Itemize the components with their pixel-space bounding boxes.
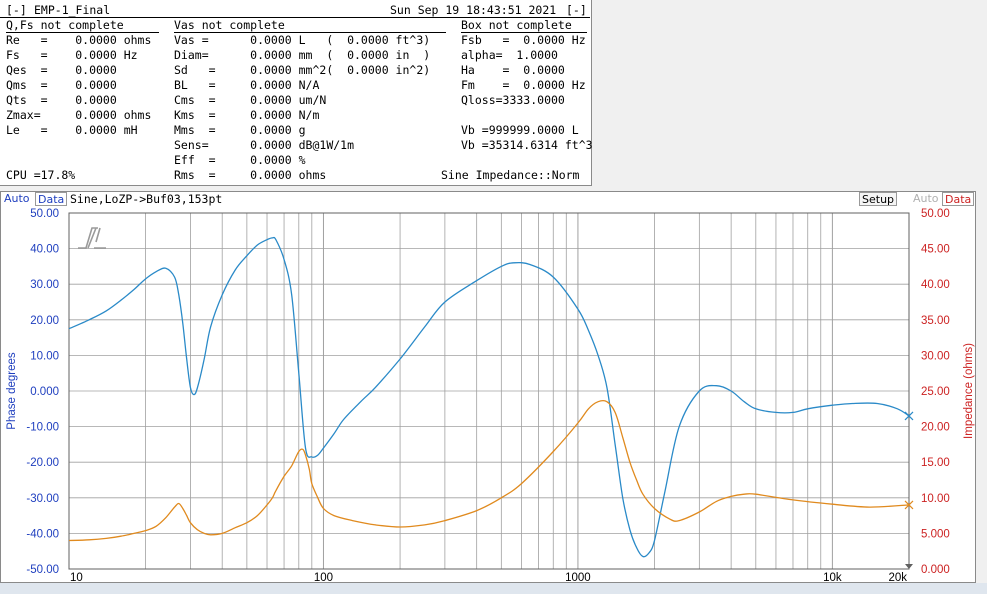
y-left-tick-label: 0.000	[30, 386, 59, 398]
box-param-row: alpha= 1.0000	[461, 48, 558, 62]
graph-toolbar: Auto Data Sine,LoZP->Buf03,153pt Setup A…	[1, 192, 975, 207]
y-right-tick-label: 15.00	[921, 457, 950, 469]
y-right-tick-label: 0.000	[921, 564, 950, 576]
y-left-tick-label: -20.00	[26, 457, 59, 469]
y-right-tick-label: 35.00	[921, 315, 950, 327]
mode-readout: Sine Impedance::Norm	[441, 168, 580, 182]
y-right-tick-label: 45.00	[921, 244, 950, 256]
vas-param-row: Eff = 0.0000 %	[174, 153, 306, 167]
box-param-row: Ha = 0.0000	[461, 63, 565, 77]
left-data-button[interactable]: Data	[35, 192, 68, 206]
box-param-row: Qloss=3333.0000	[461, 93, 565, 107]
section-box: Box not complete	[461, 18, 572, 32]
right-auto-button[interactable]: Auto	[911, 192, 941, 205]
box-param-row: Fsb = 0.0000 Hz	[461, 33, 586, 47]
y-left-tick-label: -10.00	[26, 422, 59, 434]
y-left-tick-label: 40.00	[30, 244, 59, 256]
y-left-tick-label: -50.00	[26, 564, 59, 576]
section-q-fs: Q,Fs not complete	[6, 18, 124, 32]
box-param-row: Fm = 0.0000 Hz	[461, 78, 586, 92]
y-right-axis-label: Impedance (ohms)	[963, 343, 975, 439]
vas-param-row: Vas = 0.0000 L ( 0.0000 ft^3)	[174, 33, 431, 47]
vas-param-row: Cms = 0.0000 um/N	[174, 93, 327, 107]
y-left-tick-label: 50.00	[30, 208, 59, 220]
phase-curve	[68, 236, 910, 558]
graph-title: Sine,LoZP->Buf03,153pt	[70, 192, 223, 206]
y-left-tick-label: 10.00	[30, 350, 59, 362]
y-right-tick-label: 10.00	[921, 493, 950, 505]
driver-param-row: Fs = 0.0000 Hz	[6, 48, 138, 62]
y-right-tick-label: 5.000	[921, 528, 950, 540]
cursor-marker-icon	[905, 564, 913, 569]
driver-param-row: Zmax= 0.0000 ohms	[6, 108, 152, 122]
vas-param-row: Sens= 0.0000 dB@1W/1m	[174, 138, 355, 152]
box-param-row: Vb =35314.6314 ft^3	[461, 138, 593, 152]
left-auto-button[interactable]: Auto	[2, 192, 32, 205]
parameter-panel: [-] EMP-1_Final Sun Sep 19 18:43:51 2021…	[0, 0, 593, 186]
driver-param-row: Qms = 0.0000	[6, 78, 117, 92]
impedance-phase-chart[interactable]: 50.00 40.00 30.00 20.00 10.00 0.000 -10.00 -20.…	[1, 206, 975, 582]
y-right-tick-label: 30.00	[921, 350, 950, 362]
y-left-axis-label: Phase degrees	[6, 352, 18, 430]
impedance-curve	[68, 399, 910, 542]
vas-param-row: Kms = 0.0000 N/m	[174, 108, 320, 122]
driver-param-row: Qts = 0.0000	[6, 93, 117, 107]
window-menu-button[interactable]: [-]	[6, 3, 27, 18]
driver-param-row: Le = 0.0000 mH	[6, 123, 138, 137]
vas-param-row: Diam= 0.0000 mm ( 0.0000 in )	[174, 48, 431, 62]
driver-param-row: Re = 0.0000 ohms	[6, 33, 152, 47]
status-strip	[0, 583, 987, 594]
datetime: Sun Sep 19 18:43:51 2021	[390, 3, 557, 17]
y-left-tick-label: -40.00	[26, 528, 59, 540]
section-vas: Vas not complete	[174, 18, 285, 32]
cpu-readout: CPU =17.8%	[6, 168, 76, 182]
vas-param-row: BL = 0.0000 N/A	[174, 78, 320, 92]
y-right-tick-label: 40.00	[921, 279, 950, 291]
y-right-tick-label: 20.00	[921, 422, 950, 434]
logo-mark	[78, 227, 106, 249]
vas-param-row: Sd = 0.0000 mm^2( 0.0000 in^2)	[174, 63, 431, 77]
right-data-button[interactable]: Data	[942, 192, 975, 206]
window-title: EMP-1_Final	[34, 3, 111, 17]
y-right-tick-label: 25.00	[921, 386, 950, 398]
x-tick-label: 10	[70, 572, 83, 582]
x-tick-label: 100	[314, 572, 333, 582]
x-tick-label: 10k	[823, 572, 842, 582]
box-param-row: Vb =999999.0000 L	[461, 123, 579, 137]
y-right-tick-label: 50.00	[921, 208, 950, 220]
graph-window: Auto Data Sine,LoZP->Buf03,153pt Setup A…	[0, 191, 976, 583]
y-left-tick-label: -30.00	[26, 493, 59, 505]
x-tick-label: 1000	[565, 572, 591, 582]
vas-param-row: Mms = 0.0000 g	[174, 123, 306, 137]
x-tick-label: 20k	[888, 572, 907, 582]
software-logo	[78, 227, 106, 249]
vas-param-row: Rms = 0.0000 ohms	[174, 168, 327, 182]
y-left-tick-label: 20.00	[30, 315, 59, 327]
window-collapse-button[interactable]: [-]	[566, 3, 587, 18]
driver-param-row: Qes = 0.0000	[6, 63, 117, 77]
setup-button[interactable]: Setup	[859, 192, 898, 206]
y-left-tick-label: 30.00	[30, 279, 59, 291]
